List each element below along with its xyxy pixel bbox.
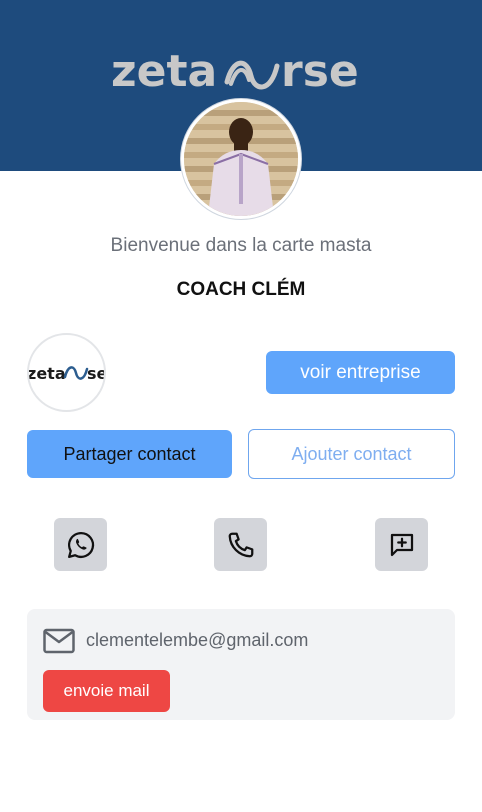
whatsapp-icon [67, 531, 94, 558]
phone-icon [228, 532, 253, 557]
whatsapp-button[interactable] [54, 518, 107, 571]
company-logo-icon: zeta se [29, 364, 104, 383]
email-card: clementelembe@gmail.com envoie mail [27, 609, 455, 720]
profile-name: COACH CLÉM [176, 279, 306, 300]
brand-logo: zeta rse [0, 46, 482, 103]
svg-text:zeta: zeta [111, 46, 217, 97]
profile-photo [184, 102, 298, 216]
svg-text:zeta: zeta [29, 364, 66, 383]
share-contact-button[interactable]: Partager contact [27, 430, 232, 478]
zetaverse-logo-icon: zeta rse [111, 46, 359, 97]
email-address: clementelembe@gmail.com [86, 630, 309, 650]
mail-icon [43, 628, 75, 659]
svg-text:se: se [87, 364, 104, 383]
business-card-page: zeta rse Bienvenue dans la carte masta C… [0, 0, 482, 812]
view-company-button[interactable]: voir entreprise [266, 351, 455, 394]
message-plus-icon [390, 533, 413, 556]
company-logo[interactable]: zeta se [27, 333, 106, 412]
sms-button[interactable] [375, 518, 428, 571]
welcome-text: Bienvenue dans la carte masta [110, 235, 372, 256]
avatar [181, 99, 301, 219]
call-button[interactable] [214, 518, 267, 571]
send-mail-button[interactable]: envoie mail [43, 670, 170, 712]
svg-text:rse: rse [281, 46, 359, 97]
add-contact-button[interactable]: Ajouter contact [248, 429, 455, 479]
